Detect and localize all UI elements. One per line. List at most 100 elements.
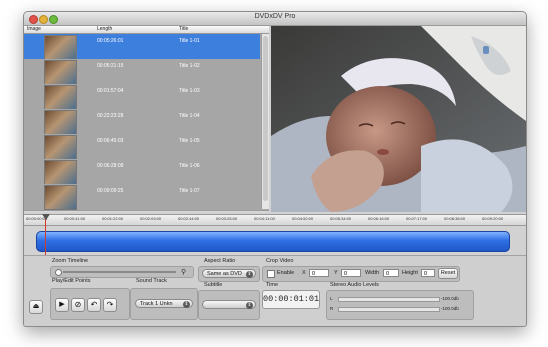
audio-levels-box [326,290,474,320]
row-title: Title 1-05 [179,138,200,144]
video-frame-image [271,26,526,212]
ruler-tick-label: 00:09:20:00 [482,216,504,221]
list-row[interactable]: 00:05:26:01 Title 1-01 [24,34,260,60]
crop-x-label: X [302,270,306,276]
set-in-point-icon: ↶ [90,300,98,309]
sound-track-box: Track 1 Unkn ⇕ [130,288,198,320]
aspect-ratio-box: Same as DVD ⇕ [198,266,260,282]
sound-track-value: Track 1 Unkn [140,301,173,307]
crop-x-field[interactable]: 0 [309,269,329,277]
row-length: 00:06:45:03 [97,138,124,144]
playhead-handle[interactable] [42,214,50,220]
list-row[interactable]: 00:09:09:25 Title 1-07 [24,184,260,210]
crop-y-label: Y [334,270,338,276]
timecode-display: 00:00:01:01 [262,290,320,309]
ruler-tick-label: 00:02:03:00 [140,216,162,221]
play-button[interactable]: ▶ [55,298,69,312]
column-image[interactable]: Image [27,26,41,33]
crop-y-field[interactable]: 0 [341,269,361,277]
set-out-point-button[interactable]: ↷ [103,298,117,312]
zoom-box: ⚲ [50,266,194,278]
popup-arrows-icon: ⇕ [246,302,253,309]
zoom-slider-knob[interactable] [55,269,62,276]
audio-right-meter [338,307,440,312]
thumbnail-image [44,185,77,210]
row-length: 00:05:26:01 [97,38,124,44]
row-length: 00:05:21:15 [97,63,124,69]
thumbnail-image [44,35,77,60]
audio-right-label: R [330,306,334,311]
row-title: Title 1-02 [179,63,200,69]
row-title: Title 1-06 [179,163,200,169]
stop-button[interactable]: ⊘ [71,298,85,312]
thumbnail-image [44,110,77,135]
eject-button[interactable]: ⏏ [29,300,43,314]
subtitle-box: ⇕ [198,290,260,320]
thumbnail-image [44,160,77,185]
sound-track-popup[interactable]: Track 1 Unkn ⇕ [135,299,193,308]
audio-left-db: -100.0db [441,296,459,301]
ruler-tick-label: 00:04:11:00 [254,216,275,221]
crop-width-label: Width [365,270,380,276]
row-title: Title 1-07 [179,188,200,194]
ruler-tick-label: 00:01:22:00 [102,216,124,221]
crop-video-box: Enable X 0 Y 0 Width 0 Height 0 Reset [262,266,460,282]
row-length: 00:22:23:28 [97,113,124,119]
ruler-tick-label: 00:04:52:00 [292,216,314,221]
audio-left-label: L [330,296,333,301]
crop-enable-label: Enable [277,270,295,276]
crop-height-field[interactable]: 0 [421,269,435,277]
audio-right-db: -100.0db [441,306,459,311]
column-title[interactable]: Title [179,26,188,33]
playhead[interactable] [45,214,46,260]
popup-arrows-icon: ⇕ [246,271,253,278]
list-row[interactable]: 00:06:28:09 Title 1-06 [24,159,260,185]
video-preview [271,26,526,212]
stop-icon: ⊘ [74,300,82,309]
list-row[interactable]: 00:06:45:03 Title 1-05 [24,134,260,160]
aspect-ratio-value: Same as DVD [207,271,242,277]
scrollbar-thumb[interactable] [263,36,268,201]
subtitle-label: Subtitle [204,282,223,288]
subtitle-popup[interactable]: ⇕ [202,300,256,309]
zoom-timeline-label: Zoom Timeline [52,258,89,264]
row-length: 00:01:57:04 [97,88,124,94]
sound-track-label: Sound Track [136,278,167,284]
play-edit-label: Play/Edit Points [52,278,91,284]
timeline-track[interactable] [36,231,510,252]
crop-reset-button[interactable]: Reset [438,268,458,279]
set-in-point-button[interactable]: ↶ [87,298,101,312]
row-title: Title 1-04 [179,113,200,119]
magnifier-icon[interactable]: ⚲ [181,268,186,276]
crop-enable-checkbox[interactable] [267,270,275,278]
aspect-ratio-popup[interactable]: Same as DVD ⇕ [202,269,256,278]
list-horizontal-scrollbar[interactable] [24,210,269,212]
list-row[interactable]: 00:05:21:15 Title 1-02 [24,59,260,85]
list-vertical-scrollbar[interactable] [261,34,269,209]
list-row[interactable]: 00:01:57:04 Title 1-03 [24,84,260,110]
ruler-tick-label: 00:02:44:00 [178,216,200,221]
ruler-tick-label: 00:07:17:00 [406,216,428,221]
thumbnail-image [44,85,77,110]
zoom-slider-track[interactable] [63,271,176,273]
ruler-tick-label: 00:05:34:00 [330,216,352,221]
row-title: Title 1-01 [179,38,200,44]
list-row[interactable]: 00:22:23:28 Title 1-04 [24,109,260,135]
ruler-tick-label: 00:00:41:00 [64,216,86,221]
set-out-point-icon: ↷ [106,300,114,309]
thumbnail-image [44,60,77,85]
title-bar[interactable]: DVDxDV Pro [24,12,526,26]
timeline-ruler[interactable]: 00:00:00:00 00:00:41:00 00:01:22:00 00:0… [24,214,526,226]
row-title: Title 1-03 [179,88,200,94]
crop-video-label: Crop Video [266,258,294,264]
play-icon: ▶ [59,301,65,308]
row-length: 00:09:09:25 [97,188,124,194]
ruler-tick-label: 00:03:25:00 [216,216,238,221]
audio-left-meter [338,297,440,302]
crop-width-field[interactable]: 0 [383,269,399,277]
control-panel: Zoom Timeline ⚲ Play/Edit Points ⏏ ▶ ⊘ ↶… [24,255,526,326]
column-length[interactable]: Length [97,26,112,33]
title-list[interactable]: Image Length Title 00:05:26:01 Title 1-0… [24,26,269,212]
play-edit-box: ▶ ⊘ ↶ ↷ [50,288,130,320]
window-title: DVDxDV Pro [254,13,296,20]
